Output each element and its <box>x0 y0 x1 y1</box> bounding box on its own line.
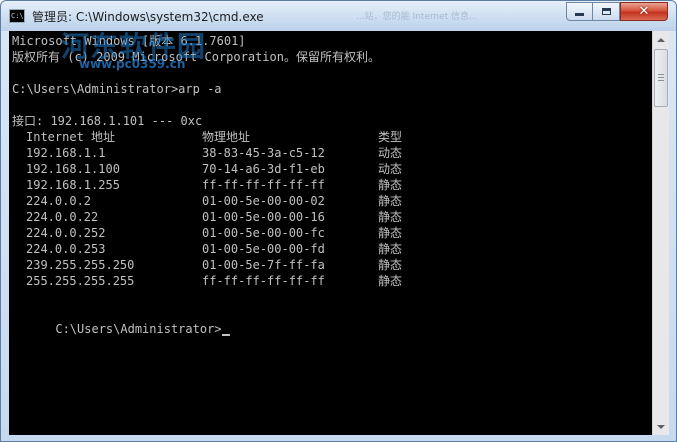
arp-mac: 01-00-5e-00-00-fc <box>202 226 325 240</box>
header-version-line: Microsoft Windows [版本 6.1.7601] <box>12 34 246 48</box>
window-bottom-frame <box>1 435 676 441</box>
arp-type: 静态 <box>378 194 403 208</box>
arp-mac: 01-00-5e-00-00-fd <box>202 242 325 256</box>
maximize-button[interactable] <box>593 2 620 21</box>
cmd-app-icon[interactable]: C:\ <box>9 9 25 23</box>
arp-ip: 239.255.255.250 <box>26 258 135 272</box>
col-header-type: 类型 <box>378 130 403 144</box>
col-header-mac: 物理地址 <box>202 130 251 144</box>
arp-type: 静态 <box>378 274 403 288</box>
scroll-down-icon <box>657 424 665 429</box>
minimize-button[interactable] <box>566 2 593 21</box>
close-button[interactable]: ✕ <box>620 2 668 21</box>
scroll-up-icon <box>657 37 665 42</box>
minimize-icon <box>575 13 584 16</box>
arp-ip: 192.168.1.1 <box>26 146 106 160</box>
arp-row: 224.0.0.2 01-00-5e-00-00-02 静态 <box>12 193 652 209</box>
arp-mac: 01-00-5e-00-00-16 <box>202 210 325 224</box>
arp-mac: 01-00-5e-00-00-02 <box>202 194 325 208</box>
arp-row: 224.0.0.253 01-00-5e-00-00-fd 静态 <box>12 241 652 257</box>
arp-type: 静态 <box>378 258 403 272</box>
arp-row: 224.0.0.22 01-00-5e-00-00-16 静态 <box>12 209 652 225</box>
arp-ip: 224.0.0.252 <box>26 226 106 240</box>
header-copyright-line: 版权所有 (c) 2009 Microsoft Corporation。保留所有… <box>12 50 380 64</box>
command-prompt-line[interactable]: C:\Users\Administrator> <box>12 305 230 336</box>
arp-mac: 01-00-5e-7f-ff-fa <box>202 258 325 272</box>
interface-line: 接口: 192.168.1.101 --- 0xc <box>12 114 203 128</box>
arp-row: 192.168.1.255 ff-ff-ff-ff-ff-ff 静态 <box>12 177 652 193</box>
grip-line <box>658 74 664 75</box>
prompt-text: C:\Users\Administrator> <box>55 322 222 336</box>
title-watermark: ...站，您的能 Internet 信息... <box>356 12 478 22</box>
arp-row: 224.0.0.252 01-00-5e-00-00-fc 静态 <box>12 225 652 241</box>
grip-line <box>658 77 664 78</box>
arp-ip: 224.0.0.2 <box>26 194 92 208</box>
title-bar[interactable]: C:\ 管理员: C:\Windows\system32\cmd.exe ...… <box>1 1 676 31</box>
maximize-icon <box>601 8 611 15</box>
arp-ip: 224.0.0.253 <box>26 242 106 256</box>
arp-type: 动态 <box>378 146 403 160</box>
console-output[interactable]: Microsoft Windows [版本 6.1.7601] 版权所有 (c)… <box>9 31 652 435</box>
col-header-ip: Internet 地址 <box>26 130 116 144</box>
arp-mac: ff-ff-ff-ff-ff-ff <box>202 178 325 192</box>
arp-mac: 38-83-45-3a-c5-12 <box>202 146 325 160</box>
arp-ip: 255.255.255.255 <box>26 274 135 288</box>
scroll-up-button[interactable] <box>653 31 669 48</box>
text-cursor <box>221 334 230 336</box>
arp-type: 静态 <box>378 242 403 256</box>
cmd-window: C:\ 管理员: C:\Windows\system32\cmd.exe ...… <box>0 0 677 442</box>
column-header-row: Internet 地址 物理地址 类型 <box>12 129 652 145</box>
arp-row: 255.255.255.255 ff-ff-ff-ff-ff-ff 静态 <box>12 273 652 289</box>
arp-type: 静态 <box>378 210 403 224</box>
scroll-down-button[interactable] <box>653 418 669 435</box>
arp-row: 192.168.1.100 70-14-a6-3d-f1-eb 动态 <box>12 161 652 177</box>
arp-ip: 192.168.1.255 <box>26 178 120 192</box>
command-prompt-line: C:\Users\Administrator>arp -a <box>12 82 222 96</box>
grip-line <box>658 80 664 81</box>
arp-type: 静态 <box>378 178 403 192</box>
arp-type: 动态 <box>378 162 403 176</box>
scrollbar-thumb[interactable] <box>654 49 668 107</box>
arp-row: 192.168.1.1 38-83-45-3a-c5-12 动态 <box>12 145 652 161</box>
arp-ip: 224.0.0.22 <box>26 210 99 224</box>
close-icon: ✕ <box>638 4 650 19</box>
arp-row: 239.255.255.250 01-00-5e-7f-ff-fa 静态 <box>12 257 652 273</box>
arp-mac: ff-ff-ff-ff-ff-ff <box>202 274 325 288</box>
window-title: 管理员: C:\Windows\system32\cmd.exe <box>32 10 264 24</box>
arp-mac: 70-14-a6-3d-f1-eb <box>202 162 325 176</box>
arp-ip: 192.168.1.100 <box>26 162 120 176</box>
vertical-scrollbar[interactable] <box>652 31 669 435</box>
arp-type: 静态 <box>378 226 403 240</box>
